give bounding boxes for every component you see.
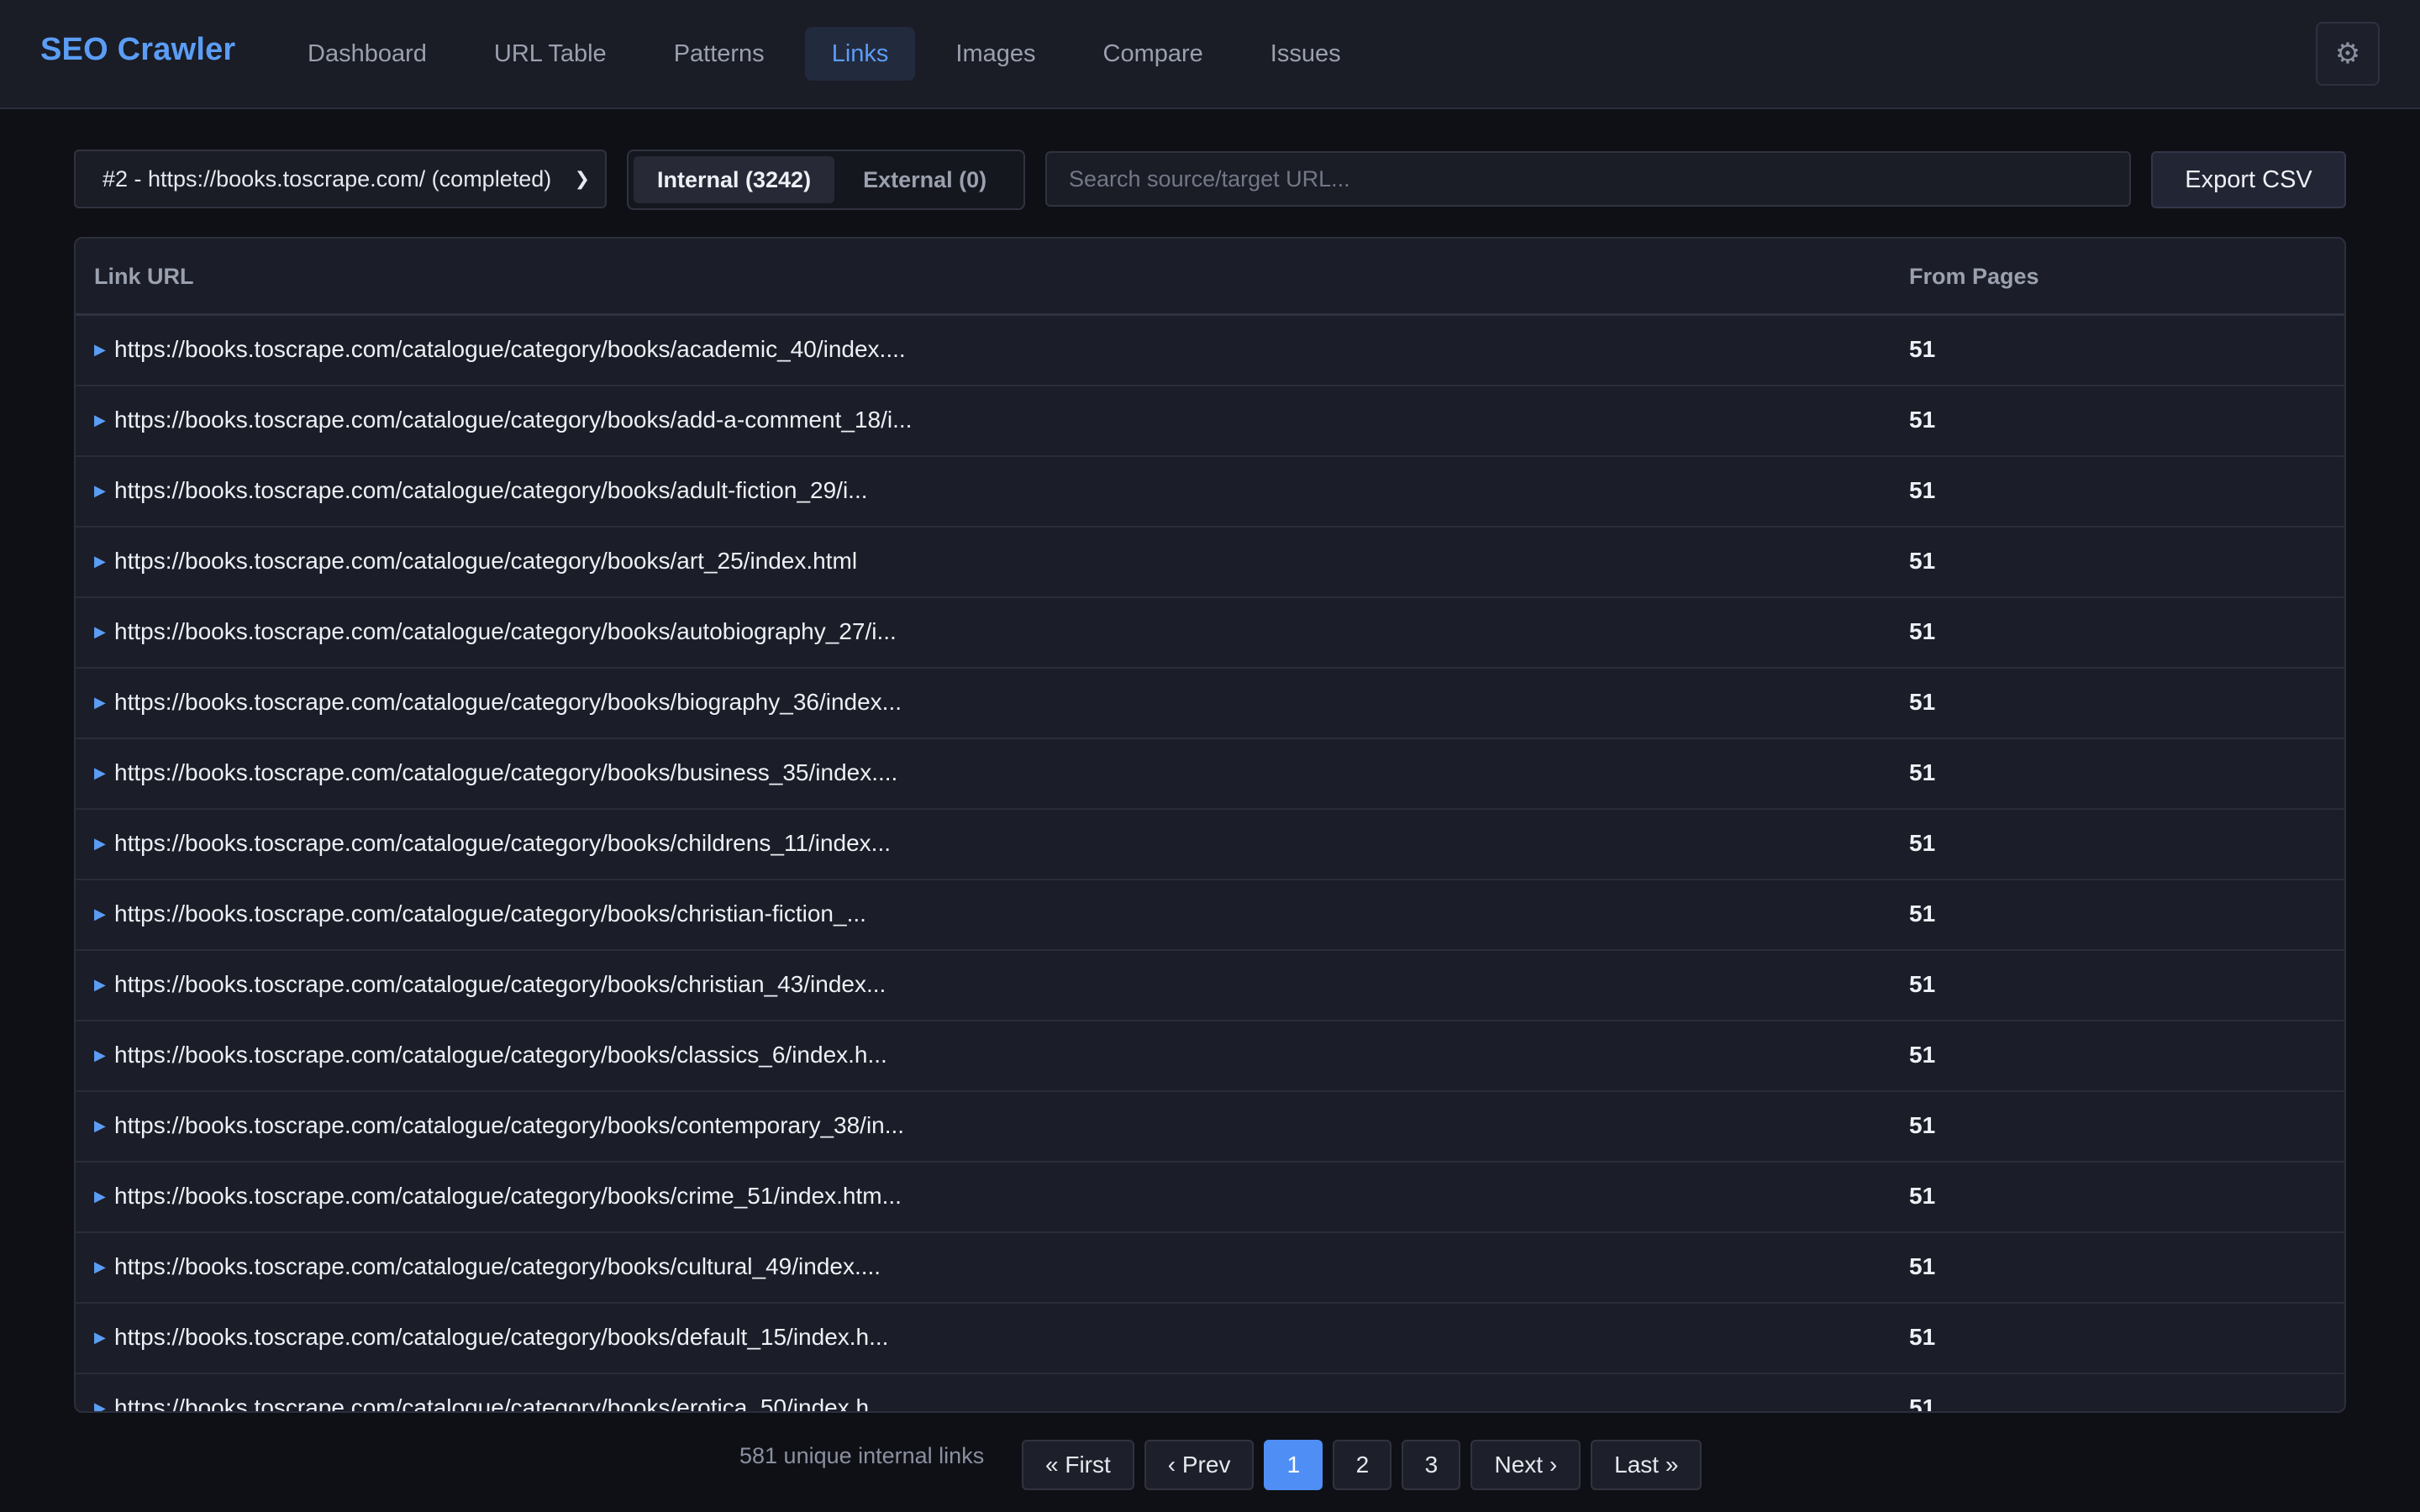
link-url-cell[interactable]: https://books.toscrape.com/catalogue/cat… xyxy=(114,336,906,363)
table-row[interactable]: ▶ https://books.toscrape.com/catalogue/ca… xyxy=(76,1304,2344,1374)
table-body: ▶ https://books.toscrape.com/catalogue/ca… xyxy=(76,316,2344,1413)
page-button-2[interactable]: 2 xyxy=(1333,1440,1392,1490)
nav-patterns[interactable]: Patterns xyxy=(647,27,792,81)
chevron-down-icon: ❯ xyxy=(574,168,590,189)
expand-triangle-icon[interactable]: ▶ xyxy=(94,341,106,359)
tab-internal-links[interactable]: Internal (3242) xyxy=(634,156,835,203)
expand-triangle-icon[interactable]: ▶ xyxy=(94,1329,106,1347)
from-pages-count: 51 xyxy=(1909,1183,1936,1209)
from-pages-count: 51 xyxy=(1909,407,1936,433)
table-row[interactable]: ▶ https://books.toscrape.com/catalogue/ca… xyxy=(76,810,2344,880)
first-page-button[interactable]: « First xyxy=(1022,1440,1134,1490)
expand-triangle-icon[interactable]: ▶ xyxy=(94,1047,106,1064)
links-summary: 581 unique internal links xyxy=(739,1443,985,1468)
link-url-cell[interactable]: https://books.toscrape.com/catalogue/cat… xyxy=(114,689,902,716)
from-pages-count: 51 xyxy=(1909,830,1936,856)
table-row[interactable]: ▶ https://books.toscrape.com/catalogue/ca… xyxy=(76,528,2344,598)
page-button-3[interactable]: 3 xyxy=(1402,1440,1461,1490)
nav-dashboard[interactable]: Dashboard xyxy=(281,27,454,81)
expand-triangle-icon[interactable]: ▶ xyxy=(94,1399,106,1411)
links-table: Link URL From Pages ▶ https://books.toscr… xyxy=(74,237,2346,1413)
prev-page-button[interactable]: ‹ Prev xyxy=(1144,1440,1255,1490)
link-url-cell[interactable]: https://books.toscrape.com/catalogue/cat… xyxy=(114,548,857,575)
column-header-from-pages[interactable]: From Pages xyxy=(1909,264,2039,290)
link-url-cell[interactable]: https://books.toscrape.com/catalogue/cat… xyxy=(114,477,868,504)
expand-triangle-icon[interactable]: ▶ xyxy=(94,1258,106,1276)
from-pages-count: 51 xyxy=(1909,689,1936,715)
table-row[interactable]: ▶ https://books.toscrape.com/catalogue/ca… xyxy=(76,669,2344,739)
from-pages-count: 51 xyxy=(1909,900,1936,927)
from-pages-count: 51 xyxy=(1909,1253,1936,1279)
expand-triangle-icon[interactable]: ▶ xyxy=(94,482,106,500)
from-pages-count: 51 xyxy=(1909,336,1936,362)
from-pages-count: 51 xyxy=(1909,971,1936,997)
from-pages-count: 51 xyxy=(1909,1042,1936,1068)
expand-triangle-icon[interactable]: ▶ xyxy=(94,694,106,711)
from-pages-count: 51 xyxy=(1909,1112,1936,1138)
link-url-cell[interactable]: https://books.toscrape.com/catalogue/cat… xyxy=(114,1183,902,1210)
table-row[interactable]: ▶ https://books.toscrape.com/catalogue/ca… xyxy=(76,1092,2344,1163)
link-url-cell[interactable]: https://books.toscrape.com/catalogue/cat… xyxy=(114,900,866,927)
table-row[interactable]: ▶ https://books.toscrape.com/catalogue/ca… xyxy=(76,1021,2344,1092)
nav-links[interactable]: Links xyxy=(804,27,916,81)
expand-triangle-icon[interactable]: ▶ xyxy=(94,1188,106,1205)
from-pages-count: 51 xyxy=(1909,759,1936,785)
nav-url-table[interactable]: URL Table xyxy=(467,27,634,81)
nav-issues[interactable]: Issues xyxy=(1244,27,1368,81)
nav-compare[interactable]: Compare xyxy=(1076,27,1230,81)
link-url-cell[interactable]: https://books.toscrape.com/catalogue/cat… xyxy=(114,830,891,857)
tab-external-links[interactable]: External (0) xyxy=(839,156,1010,203)
link-url-cell[interactable]: https://books.toscrape.com/catalogue/cat… xyxy=(114,407,912,433)
expand-triangle-icon[interactable]: ▶ xyxy=(94,412,106,429)
pagination: « First ‹ Prev 1 2 3 Next › Last » xyxy=(1022,1440,1702,1490)
from-pages-count: 51 xyxy=(1909,1394,1936,1413)
crawl-run-select-value: #2 - https://books.toscrape.com/ (comple… xyxy=(103,165,552,192)
table-row[interactable]: ▶ https://books.toscrape.com/catalogue/ca… xyxy=(76,880,2344,951)
page-button-1[interactable]: 1 xyxy=(1264,1440,1323,1490)
last-page-button[interactable]: Last » xyxy=(1591,1440,1702,1490)
expand-triangle-icon[interactable]: ▶ xyxy=(94,906,106,923)
next-page-button[interactable]: Next › xyxy=(1470,1440,1581,1490)
table-row[interactable]: ▶ https://books.toscrape.com/catalogue/ca… xyxy=(76,1163,2344,1233)
expand-triangle-icon[interactable]: ▶ xyxy=(94,976,106,994)
table-row[interactable]: ▶ https://books.toscrape.com/catalogue/ca… xyxy=(76,739,2344,810)
from-pages-count: 51 xyxy=(1909,548,1936,574)
table-row[interactable]: ▶ https://books.toscrape.com/catalogue/ca… xyxy=(76,457,2344,528)
settings-button[interactable]: ⚙ xyxy=(2316,22,2380,86)
from-pages-count: 51 xyxy=(1909,618,1936,644)
gear-icon: ⚙ xyxy=(2334,38,2361,70)
nav-images[interactable]: Images xyxy=(929,27,1062,81)
table-row[interactable]: ▶ https://books.toscrape.com/catalogue/ca… xyxy=(76,598,2344,669)
table-row[interactable]: ▶ https://books.toscrape.com/catalogue/ca… xyxy=(76,1374,2344,1413)
from-pages-count: 51 xyxy=(1909,477,1936,503)
expand-triangle-icon[interactable]: ▶ xyxy=(94,764,106,782)
link-url-cell[interactable]: https://books.toscrape.com/catalogue/cat… xyxy=(114,1253,881,1280)
column-header-link-url[interactable]: Link URL xyxy=(94,264,194,290)
crawl-run-select[interactable]: #2 - https://books.toscrape.com/ (comple… xyxy=(74,150,607,208)
link-type-toggle: Internal (3242) External (0) xyxy=(627,150,1025,210)
link-url-cell[interactable]: https://books.toscrape.com/catalogue/cat… xyxy=(114,1324,888,1351)
from-pages-count: 51 xyxy=(1909,1324,1936,1350)
table-header: Link URL From Pages xyxy=(76,239,2344,316)
link-url-cell[interactable]: https://books.toscrape.com/catalogue/cat… xyxy=(114,1112,904,1139)
expand-triangle-icon[interactable]: ▶ xyxy=(94,553,106,570)
table-row[interactable]: ▶ https://books.toscrape.com/catalogue/ca… xyxy=(76,316,2344,386)
table-row[interactable]: ▶ https://books.toscrape.com/catalogue/ca… xyxy=(76,386,2344,457)
link-url-cell[interactable]: https://books.toscrape.com/catalogue/cat… xyxy=(114,759,897,786)
top-navbar: SEO Crawler Dashboard URL Table Patterns… xyxy=(0,0,2420,109)
link-url-cell[interactable]: https://books.toscrape.com/catalogue/cat… xyxy=(114,618,897,645)
expand-triangle-icon[interactable]: ▶ xyxy=(94,835,106,853)
link-url-cell[interactable]: https://books.toscrape.com/catalogue/cat… xyxy=(114,971,886,998)
expand-triangle-icon[interactable]: ▶ xyxy=(94,623,106,641)
table-row[interactable]: ▶ https://books.toscrape.com/catalogue/ca… xyxy=(76,1233,2344,1304)
table-row[interactable]: ▶ https://books.toscrape.com/catalogue/ca… xyxy=(76,951,2344,1021)
main-nav: Dashboard URL Table Patterns Links Image… xyxy=(281,27,1381,81)
expand-triangle-icon[interactable]: ▶ xyxy=(94,1117,106,1135)
link-url-cell[interactable]: https://books.toscrape.com/catalogue/cat… xyxy=(114,1394,888,1411)
search-input[interactable] xyxy=(1045,151,2131,207)
link-url-cell[interactable]: https://books.toscrape.com/catalogue/cat… xyxy=(114,1042,887,1068)
export-csv-button[interactable]: Export CSV xyxy=(2151,151,2346,208)
brand-logo[interactable]: SEO Crawler xyxy=(40,32,235,68)
